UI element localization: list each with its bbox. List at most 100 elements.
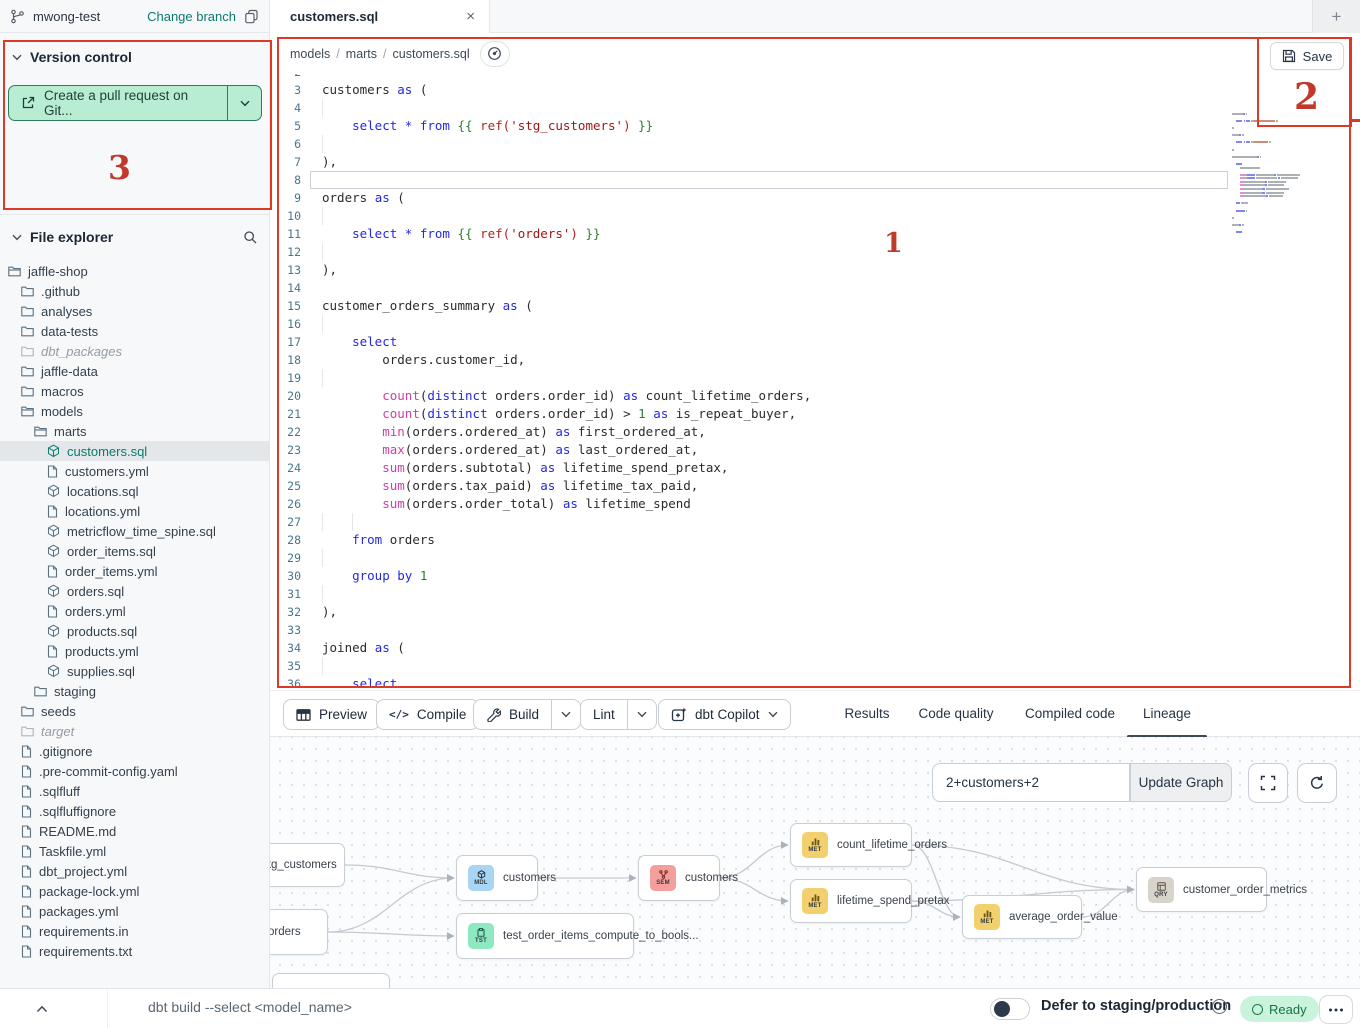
git-branch-icon bbox=[10, 9, 25, 24]
tree-item-.github[interactable]: .github bbox=[0, 281, 270, 301]
code-line-27 bbox=[310, 513, 1228, 531]
lineage-node-lifetime_spend_pretax[interactable]: METlifetime_spend_pretax bbox=[790, 879, 912, 923]
tree-item-macros[interactable]: macros bbox=[0, 381, 270, 401]
tree-item-customers.sql[interactable]: customers.sql bbox=[0, 441, 270, 461]
tree-item-requirements.in[interactable]: requirements.in bbox=[0, 921, 270, 941]
tab-compiled-code[interactable]: Compiled code bbox=[1025, 691, 1115, 735]
create-pr-button[interactable]: Create a pull request on Git... bbox=[8, 85, 262, 121]
met-node-icon: MET bbox=[974, 904, 1000, 930]
chevron-down-icon[interactable] bbox=[627, 700, 656, 729]
tree-item-Taskfile.yml[interactable]: Taskfile.yml bbox=[0, 841, 270, 861]
chevron-up-icon[interactable] bbox=[30, 997, 54, 1021]
tree-item-target[interactable]: target bbox=[0, 721, 270, 741]
tree-item-customers.yml[interactable]: customers.yml bbox=[0, 461, 270, 481]
tree-item-README.md[interactable]: README.md bbox=[0, 821, 270, 841]
tree-item-jaffle-shop[interactable]: jaffle-shop bbox=[0, 261, 270, 281]
breadcrumb-customers.sql[interactable]: customers.sql bbox=[393, 47, 470, 61]
create-pr-label: Create a pull request on Git... bbox=[44, 88, 215, 118]
compile-button[interactable]: </>Compile bbox=[376, 699, 479, 730]
lineage-node-average_order_value[interactable]: METaverage_order_value bbox=[962, 895, 1082, 939]
tree-item-models[interactable]: models bbox=[0, 401, 270, 421]
chevron-down-icon[interactable] bbox=[12, 54, 22, 61]
new-tab-button[interactable]: + bbox=[1332, 7, 1342, 27]
fullscreen-button[interactable] bbox=[1248, 763, 1288, 803]
breadcrumb-marts[interactable]: marts bbox=[346, 47, 377, 61]
lineage-node-stg_customers[interactable]: stg_customers bbox=[270, 843, 345, 887]
lineage-node-partial_bottom[interactable] bbox=[272, 973, 390, 988]
line-number: 33 bbox=[270, 621, 310, 639]
tree-item-analyses[interactable]: analyses bbox=[0, 301, 270, 321]
tab-customers-sql[interactable]: customers.sql × bbox=[270, 0, 490, 33]
chevron-down-icon[interactable] bbox=[551, 700, 580, 729]
close-icon[interactable]: × bbox=[466, 9, 475, 24]
tab-results[interactable]: Results bbox=[844, 691, 889, 735]
code-area[interactable]: 2345678910111213141516171819202122232425… bbox=[270, 74, 1360, 690]
lineage-node-customer_order_metrics[interactable]: QRYcustomer_order_metrics bbox=[1136, 867, 1267, 912]
code-line-13: ), bbox=[310, 261, 1228, 279]
tab-code-quality[interactable]: Code quality bbox=[918, 691, 993, 735]
branch-name: mwong-test bbox=[33, 9, 100, 24]
lineage-node-orders[interactable]: orders bbox=[270, 909, 328, 955]
tree-item-.pre-commit-config.yaml[interactable]: .pre-commit-config.yaml bbox=[0, 761, 270, 781]
cli-command-input[interactable]: dbt build --select <model_name> bbox=[148, 999, 352, 1015]
tree-item-order_items.sql[interactable]: order_items.sql bbox=[0, 541, 270, 561]
tree-item-label: packages.yml bbox=[39, 904, 118, 919]
minimap[interactable] bbox=[1232, 109, 1324, 267]
update-graph-button[interactable]: Update Graph bbox=[1130, 763, 1232, 802]
line-number: 15 bbox=[270, 297, 310, 315]
more-options-button[interactable] bbox=[1319, 995, 1353, 1024]
defer-toggle[interactable] bbox=[990, 998, 1030, 1020]
lint-button[interactable]: Lint bbox=[580, 699, 657, 730]
tree-item-orders.sql[interactable]: orders.sql bbox=[0, 581, 270, 601]
chevron-down-icon[interactable] bbox=[12, 234, 22, 241]
tab-lineage[interactable]: Lineage bbox=[1143, 691, 1191, 735]
tree-item-dbt_project.yml[interactable]: dbt_project.yml bbox=[0, 861, 270, 881]
tree-item-data-tests[interactable]: data-tests bbox=[0, 321, 270, 341]
tree-item-dbt_packages[interactable]: dbt_packages bbox=[0, 341, 270, 361]
lineage-selector-input[interactable]: 2+customers+2 bbox=[932, 763, 1130, 802]
code-line-28: from orders bbox=[310, 531, 1228, 549]
tree-item-staging[interactable]: staging bbox=[0, 681, 270, 701]
build-button[interactable]: Build bbox=[473, 699, 581, 730]
code-line-8 bbox=[310, 171, 1228, 189]
tree-item-supplies.sql[interactable]: supplies.sql bbox=[0, 661, 270, 681]
lineage-node-customers_semantic[interactable]: SEMcustomers bbox=[638, 855, 720, 901]
tree-item-jaffle-data[interactable]: jaffle-data bbox=[0, 361, 270, 381]
tree-item-.gitignore[interactable]: .gitignore bbox=[0, 741, 270, 761]
create-pr-caret[interactable] bbox=[227, 86, 261, 120]
breadcrumb-models[interactable]: models bbox=[290, 47, 330, 61]
status-badge[interactable]: Ready bbox=[1240, 996, 1319, 1022]
node-label: customers bbox=[685, 872, 738, 884]
tree-item-label: .github bbox=[41, 284, 80, 299]
lineage-node-customers_model[interactable]: MDLcustomers bbox=[456, 855, 538, 901]
chevron-down-icon bbox=[768, 711, 778, 718]
tree-item-.sqlfluff[interactable]: .sqlfluff bbox=[0, 781, 270, 801]
tree-item-.sqlfluffignore[interactable]: .sqlfluffignore bbox=[0, 801, 270, 821]
dbt-copilot-gauge-button[interactable] bbox=[480, 41, 510, 67]
lineage-node-count_lifetime_orders[interactable]: METcount_lifetime_orders bbox=[790, 823, 912, 867]
help-icon[interactable]: ? bbox=[1212, 999, 1227, 1014]
tree-item-marts[interactable]: marts bbox=[0, 421, 270, 441]
tree-item-seeds[interactable]: seeds bbox=[0, 701, 270, 721]
tree-item-package-lock.yml[interactable]: package-lock.yml bbox=[0, 881, 270, 901]
refresh-button[interactable] bbox=[1297, 763, 1337, 803]
tree-item-products.yml[interactable]: products.yml bbox=[0, 641, 270, 661]
tree-item-requirements.txt[interactable]: requirements.txt bbox=[0, 941, 270, 961]
search-icon[interactable] bbox=[243, 230, 258, 245]
tree-item-packages.yml[interactable]: packages.yml bbox=[0, 901, 270, 921]
tree-item-locations.sql[interactable]: locations.sql bbox=[0, 481, 270, 501]
lineage-node-test_order_items[interactable]: TSTtest_order_items_compute_to_bools... bbox=[456, 913, 634, 959]
tree-item-products.sql[interactable]: products.sql bbox=[0, 621, 270, 641]
dbt-copilot-button[interactable]: dbt Copilot bbox=[658, 699, 791, 730]
tree-item-order_items.yml[interactable]: order_items.yml bbox=[0, 561, 270, 581]
tree-item-locations.yml[interactable]: locations.yml bbox=[0, 501, 270, 521]
tree-item-orders.yml[interactable]: orders.yml bbox=[0, 601, 270, 621]
tree-item-metricflow_time_spine.sql[interactable]: metricflow_time_spine.sql bbox=[0, 521, 270, 541]
save-label: Save bbox=[1303, 49, 1333, 64]
change-branch-link[interactable]: Change branch bbox=[147, 9, 236, 24]
tree-item-label: requirements.in bbox=[39, 924, 129, 939]
save-button[interactable]: Save bbox=[1270, 42, 1344, 70]
preview-button[interactable]: Preview bbox=[283, 699, 380, 730]
copy-icon[interactable] bbox=[244, 9, 259, 24]
line-number: 35 bbox=[270, 657, 310, 675]
